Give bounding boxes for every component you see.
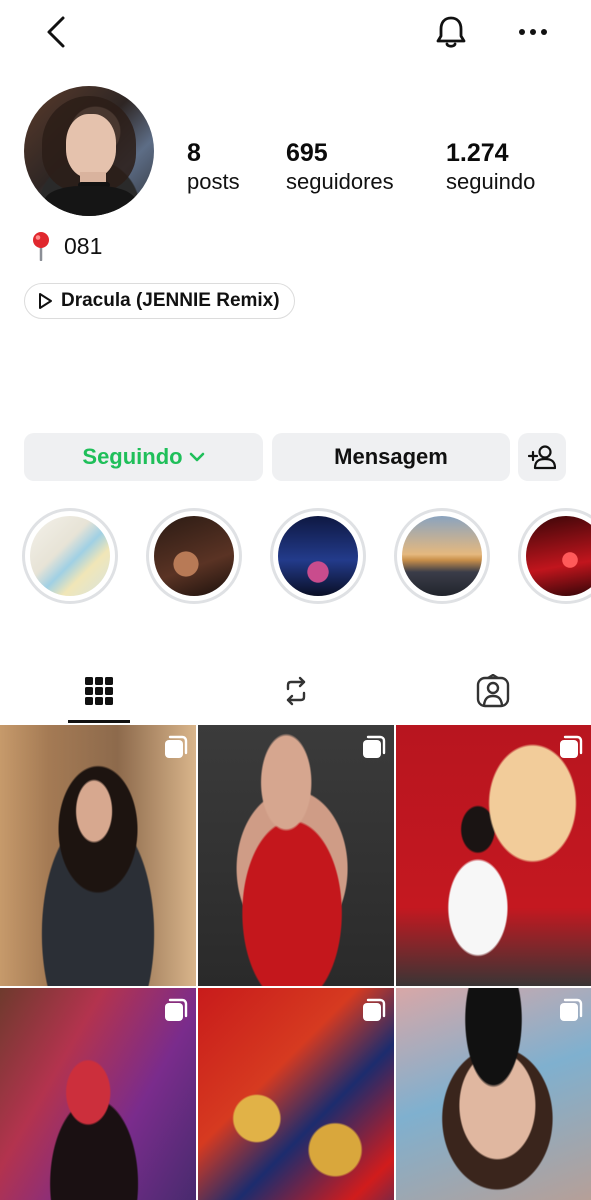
add-person-icon: [528, 445, 556, 470]
highlight-item[interactable]: [394, 508, 490, 604]
music-title: Dracula (JENNIE Remix): [61, 290, 280, 311]
highlight-item[interactable]: [146, 508, 242, 604]
multiple-posts-icon: [560, 735, 583, 758]
following-count-label: seguindo: [446, 169, 536, 194]
tab-grid[interactable]: [0, 660, 197, 722]
post-thumbnail[interactable]: [0, 725, 196, 986]
followers-count[interactable]: 695 seguidores: [286, 138, 394, 196]
post-thumbnail[interactable]: [198, 725, 394, 986]
message-button[interactable]: Mensagem: [272, 433, 510, 481]
multiple-posts-icon: [165, 735, 188, 758]
pin-icon: [33, 232, 49, 261]
post-thumbnail[interactable]: [198, 988, 394, 1200]
posts-count-value: 8: [187, 139, 201, 167]
back-button[interactable]: [34, 10, 78, 54]
highlight-item[interactable]: [518, 508, 591, 604]
chevron-left-icon: [47, 16, 65, 48]
profile-tabs: [0, 660, 591, 724]
multiple-posts-icon: [363, 735, 386, 758]
post-thumbnail[interactable]: [396, 988, 591, 1200]
multiple-posts-icon: [363, 998, 386, 1021]
tab-tagged[interactable]: [394, 660, 591, 722]
post-thumbnail[interactable]: [396, 725, 591, 986]
highlight-item[interactable]: [270, 508, 366, 604]
posts-grid: [0, 725, 591, 1200]
more-options-button[interactable]: [510, 10, 556, 54]
highlight-thumbnail: [278, 516, 358, 596]
following-count[interactable]: 1.274 seguindo: [446, 138, 535, 196]
bell-icon: [436, 16, 466, 48]
bio-location: 081: [30, 231, 102, 261]
tagged-person-icon: [476, 674, 509, 708]
following-count-value: 1.274: [446, 139, 509, 167]
highlight-thumbnail: [526, 516, 591, 596]
more-horizontal-icon: [519, 29, 547, 35]
post-thumbnail[interactable]: [0, 988, 196, 1200]
active-tab-indicator: [68, 720, 130, 723]
story-highlights: [0, 508, 591, 608]
profile-music-chip[interactable]: Dracula (JENNIE Remix): [24, 283, 295, 319]
message-button-label: Mensagem: [334, 444, 448, 469]
notifications-button[interactable]: [428, 10, 474, 54]
repost-icon: [286, 676, 305, 706]
multiple-posts-icon: [165, 998, 188, 1021]
followers-count-value: 695: [286, 139, 328, 167]
highlight-item[interactable]: [22, 508, 118, 604]
following-button[interactable]: Seguindo: [24, 433, 263, 481]
highlight-thumbnail: [30, 516, 110, 596]
highlight-thumbnail: [402, 516, 482, 596]
location-text: 081: [64, 232, 103, 259]
posts-count-label: posts: [187, 169, 240, 194]
profile-stats: 8 posts 695 seguidores 1.274 seguindo: [0, 138, 591, 202]
profile-actions: Seguindo Mensagem: [24, 433, 567, 481]
suggest-accounts-button[interactable]: [518, 433, 566, 481]
following-button-label: Seguindo: [82, 444, 183, 469]
play-icon: [39, 293, 52, 309]
highlight-thumbnail: [154, 516, 234, 596]
chevron-down-icon: [189, 452, 204, 462]
multiple-posts-icon: [560, 998, 583, 1021]
followers-count-label: seguidores: [286, 169, 394, 194]
profile-page: 8 posts 695 seguidores 1.274 seguindo 08…: [0, 0, 591, 1200]
top-bar: [0, 0, 591, 64]
grid-icon: [84, 677, 113, 705]
tab-reposts[interactable]: [197, 660, 394, 722]
posts-count[interactable]: 8 posts: [187, 138, 240, 196]
